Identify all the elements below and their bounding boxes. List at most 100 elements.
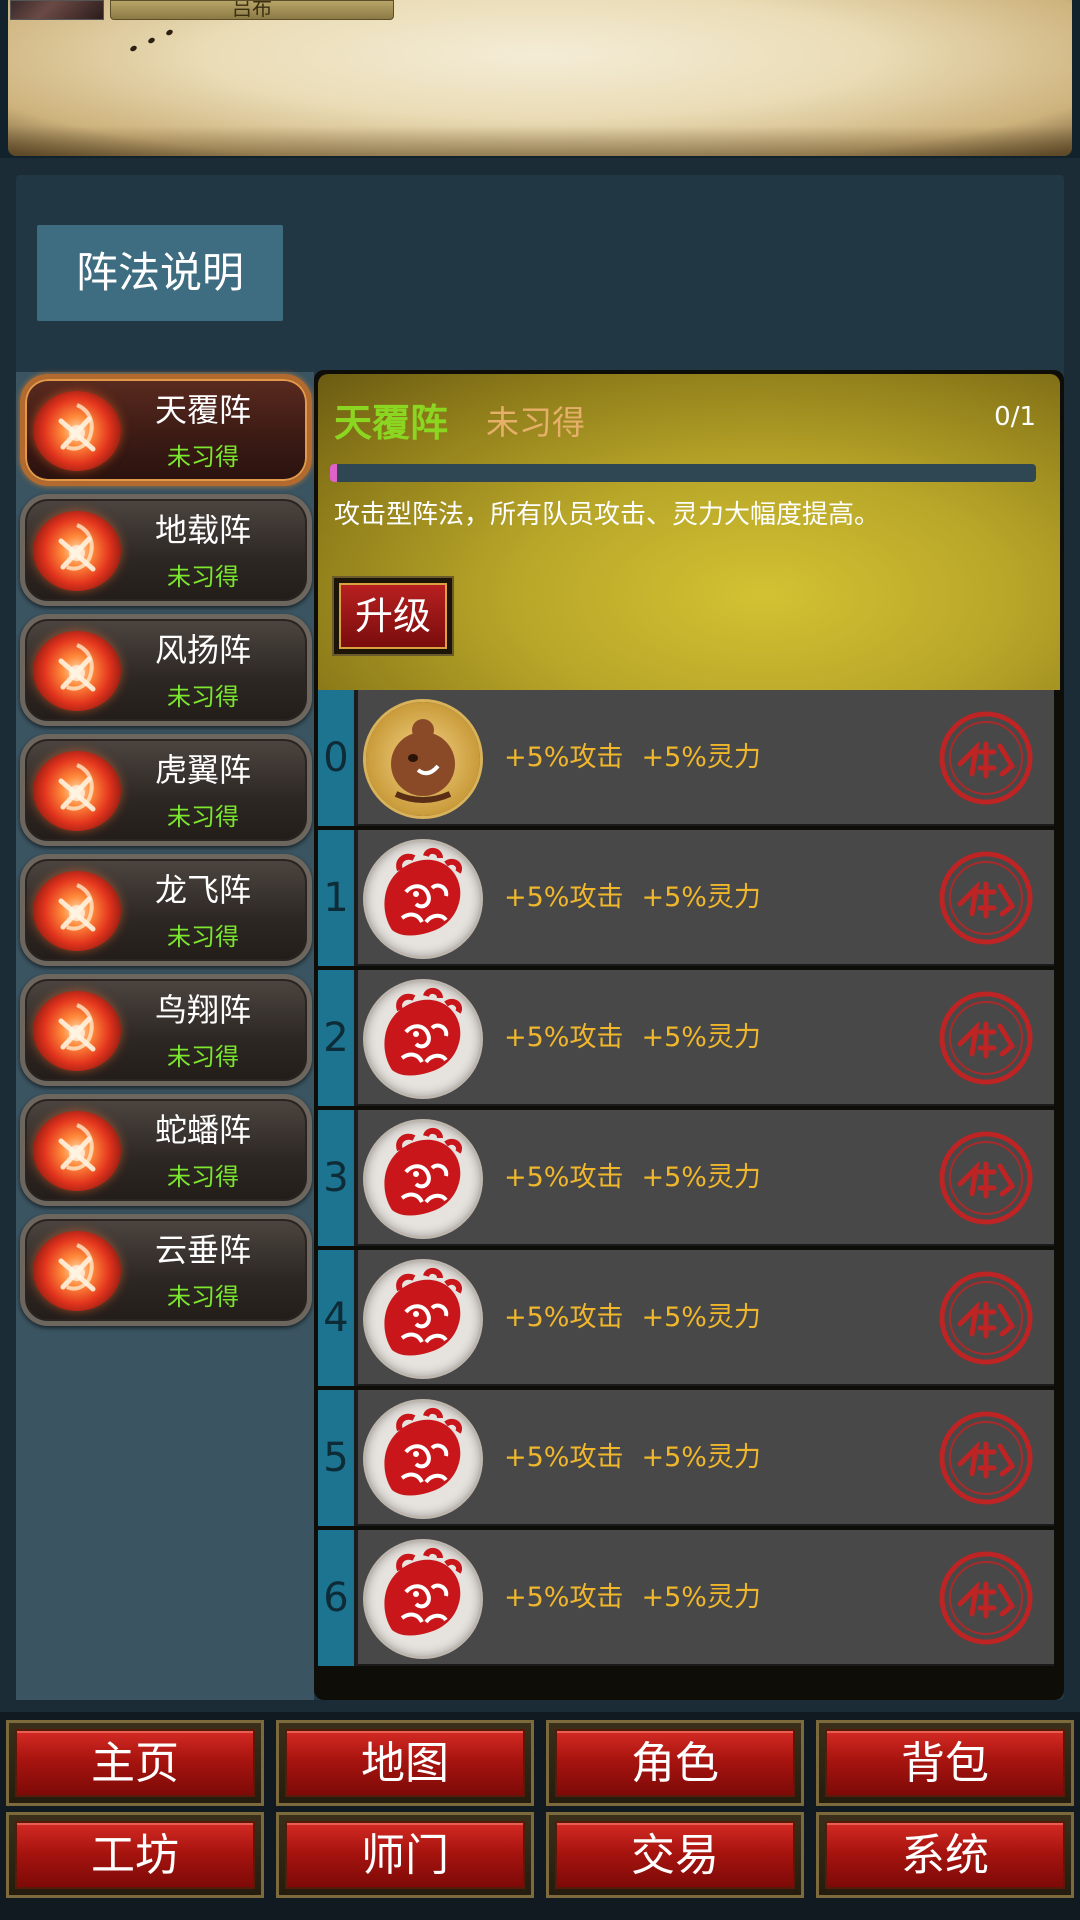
spirit-bonus: +5%灵力 <box>641 1442 761 1473</box>
top-banner: 吕布 <box>0 0 1080 158</box>
formation-item[interactable]: 虎翼阵 未习得 <box>20 734 312 846</box>
upgrade-button-label: 升级 <box>339 583 447 649</box>
nav-home-label: 主页 <box>15 1729 255 1797</box>
level-effects: +5%攻击 +5%灵力 <box>504 1110 779 1246</box>
formation-status: 未习得 <box>167 563 239 591</box>
character-name-plate: 吕布 <box>110 0 394 20</box>
formation-name: 天覆阵 <box>155 391 252 429</box>
formation-explain-button[interactable]: 阵法说明 <box>37 225 283 321</box>
parchment-background <box>8 0 1072 156</box>
formation-description: 攻击型阵法，所有队员攻击、灵力大幅度提高。 <box>334 500 881 530</box>
not-activated-seal-icon <box>936 848 1036 948</box>
nav-sect-button[interactable]: 师门 <box>276 1812 534 1898</box>
formation-item[interactable]: 天覆阵 未习得 <box>20 374 312 486</box>
fire-formation-icon <box>33 391 121 471</box>
fire-formation-icon <box>33 871 121 951</box>
formation-level-row: 1 +5%攻击 +5%灵力 <box>318 830 1054 966</box>
nav-character-button[interactable]: 角色 <box>546 1720 804 1806</box>
attack-bonus: +5%攻击 <box>504 742 624 773</box>
level-index: 5 <box>318 1390 354 1526</box>
formation-status: 未习得 <box>167 443 239 471</box>
formation-progress-fill <box>330 464 338 482</box>
nav-bag-label: 背包 <box>825 1729 1065 1797</box>
attack-bonus: +5%攻击 <box>504 1582 624 1613</box>
spirit-bonus: +5%灵力 <box>641 1302 761 1333</box>
not-activated-seal-icon <box>936 708 1036 808</box>
level-index: 4 <box>318 1250 354 1386</box>
red-beast-icon[interactable] <box>366 842 480 956</box>
nav-workshop-button[interactable]: 工坊 <box>6 1812 264 1898</box>
bottom-navigation: 主页 地图 角色 背包 工坊 师门 交易 系统 <box>0 1712 1080 1920</box>
red-beast-icon[interactable] <box>366 1122 480 1236</box>
formation-item[interactable]: 云垂阵 未习得 <box>20 1214 312 1326</box>
level-divider <box>354 1390 358 1526</box>
level-effects: +5%攻击 +5%灵力 <box>504 1390 779 1526</box>
red-beast-icon[interactable] <box>366 1402 480 1516</box>
attack-bonus: +5%攻击 <box>504 882 624 913</box>
level-index: 1 <box>318 830 354 966</box>
nav-map-label: 地图 <box>285 1729 525 1797</box>
attack-bonus: +5%攻击 <box>504 1442 624 1473</box>
formation-level-row: 6 +5%攻击 +5%灵力 <box>318 1530 1054 1666</box>
formation-item[interactable]: 风扬阵 未习得 <box>20 614 312 726</box>
fire-formation-icon <box>33 511 121 591</box>
formation-status: 未习得 <box>167 923 239 951</box>
formation-detail-status: 未习得 <box>486 403 585 442</box>
level-index: 2 <box>318 970 354 1106</box>
nav-bag-button[interactable]: 背包 <box>816 1720 1074 1806</box>
nav-system-button[interactable]: 系统 <box>816 1812 1074 1898</box>
formation-level-row: 0 +5%攻击 +5%灵力 <box>318 690 1054 826</box>
formation-item[interactable]: 鸟翔阵 未习得 <box>20 974 312 1086</box>
formation-detail-title: 天覆阵 <box>334 401 449 445</box>
not-activated-seal-icon <box>936 988 1036 1088</box>
formation-level-row: 3 +5%攻击 +5%灵力 <box>318 1110 1054 1246</box>
nav-trade-button[interactable]: 交易 <box>546 1812 804 1898</box>
red-beast-icon[interactable] <box>366 1262 480 1376</box>
level-effects: +5%攻击 +5%灵力 <box>504 1250 779 1386</box>
spirit-bonus: +5%灵力 <box>641 882 761 913</box>
fire-formation-icon <box>33 1231 121 1311</box>
not-activated-seal-icon <box>936 1128 1036 1228</box>
level-divider <box>354 1530 358 1666</box>
formation-progress-bar <box>330 464 1036 482</box>
level-divider <box>354 830 358 966</box>
nav-system-label: 系统 <box>825 1821 1065 1889</box>
nav-workshop-label: 工坊 <box>15 1821 255 1889</box>
upgrade-button[interactable]: 升级 <box>332 576 454 656</box>
attack-bonus: +5%攻击 <box>504 1162 624 1193</box>
red-beast-icon[interactable] <box>366 982 480 1096</box>
nav-trade-label: 交易 <box>555 1821 795 1889</box>
attack-bonus: +5%攻击 <box>504 1302 624 1333</box>
level-index: 3 <box>318 1110 354 1246</box>
character-name: 吕布 <box>232 0 272 20</box>
spirit-bonus: +5%灵力 <box>641 1582 761 1613</box>
formation-name: 地载阵 <box>155 511 252 549</box>
formation-level-row: 2 +5%攻击 +5%灵力 <box>318 970 1054 1106</box>
formation-status: 未习得 <box>167 1043 239 1071</box>
level-divider <box>354 690 358 826</box>
red-beast-icon[interactable] <box>366 1542 480 1656</box>
level-effects: +5%攻击 +5%灵力 <box>504 970 779 1106</box>
attack-bonus: +5%攻击 <box>504 1022 624 1053</box>
nav-map-button[interactable]: 地图 <box>276 1720 534 1806</box>
formation-name: 风扬阵 <box>155 631 252 669</box>
not-activated-seal-icon <box>936 1548 1036 1648</box>
fire-formation-icon <box>33 1111 121 1191</box>
spirit-bonus: +5%灵力 <box>641 1022 761 1053</box>
level-effects: +5%攻击 +5%灵力 <box>504 830 779 966</box>
formation-name: 蛇蟠阵 <box>155 1111 252 1149</box>
spirit-bonus: +5%灵力 <box>641 742 761 773</box>
level-effects: +5%攻击 +5%灵力 <box>504 690 779 826</box>
formation-level-row: 5 +5%攻击 +5%灵力 <box>318 1390 1054 1526</box>
fire-formation-icon <box>33 751 121 831</box>
formation-item[interactable]: 龙飞阵 未习得 <box>20 854 312 966</box>
fire-formation-icon <box>33 991 121 1071</box>
level-index: 0 <box>318 690 354 826</box>
formation-item[interactable]: 地载阵 未习得 <box>20 494 312 606</box>
nav-home-button[interactable]: 主页 <box>6 1720 264 1806</box>
pet-doll-icon[interactable] <box>366 702 480 816</box>
formation-name: 鸟翔阵 <box>155 991 252 1029</box>
formation-status: 未习得 <box>167 683 239 711</box>
character-avatar[interactable] <box>10 0 104 20</box>
formation-item[interactable]: 蛇蟠阵 未习得 <box>20 1094 312 1206</box>
